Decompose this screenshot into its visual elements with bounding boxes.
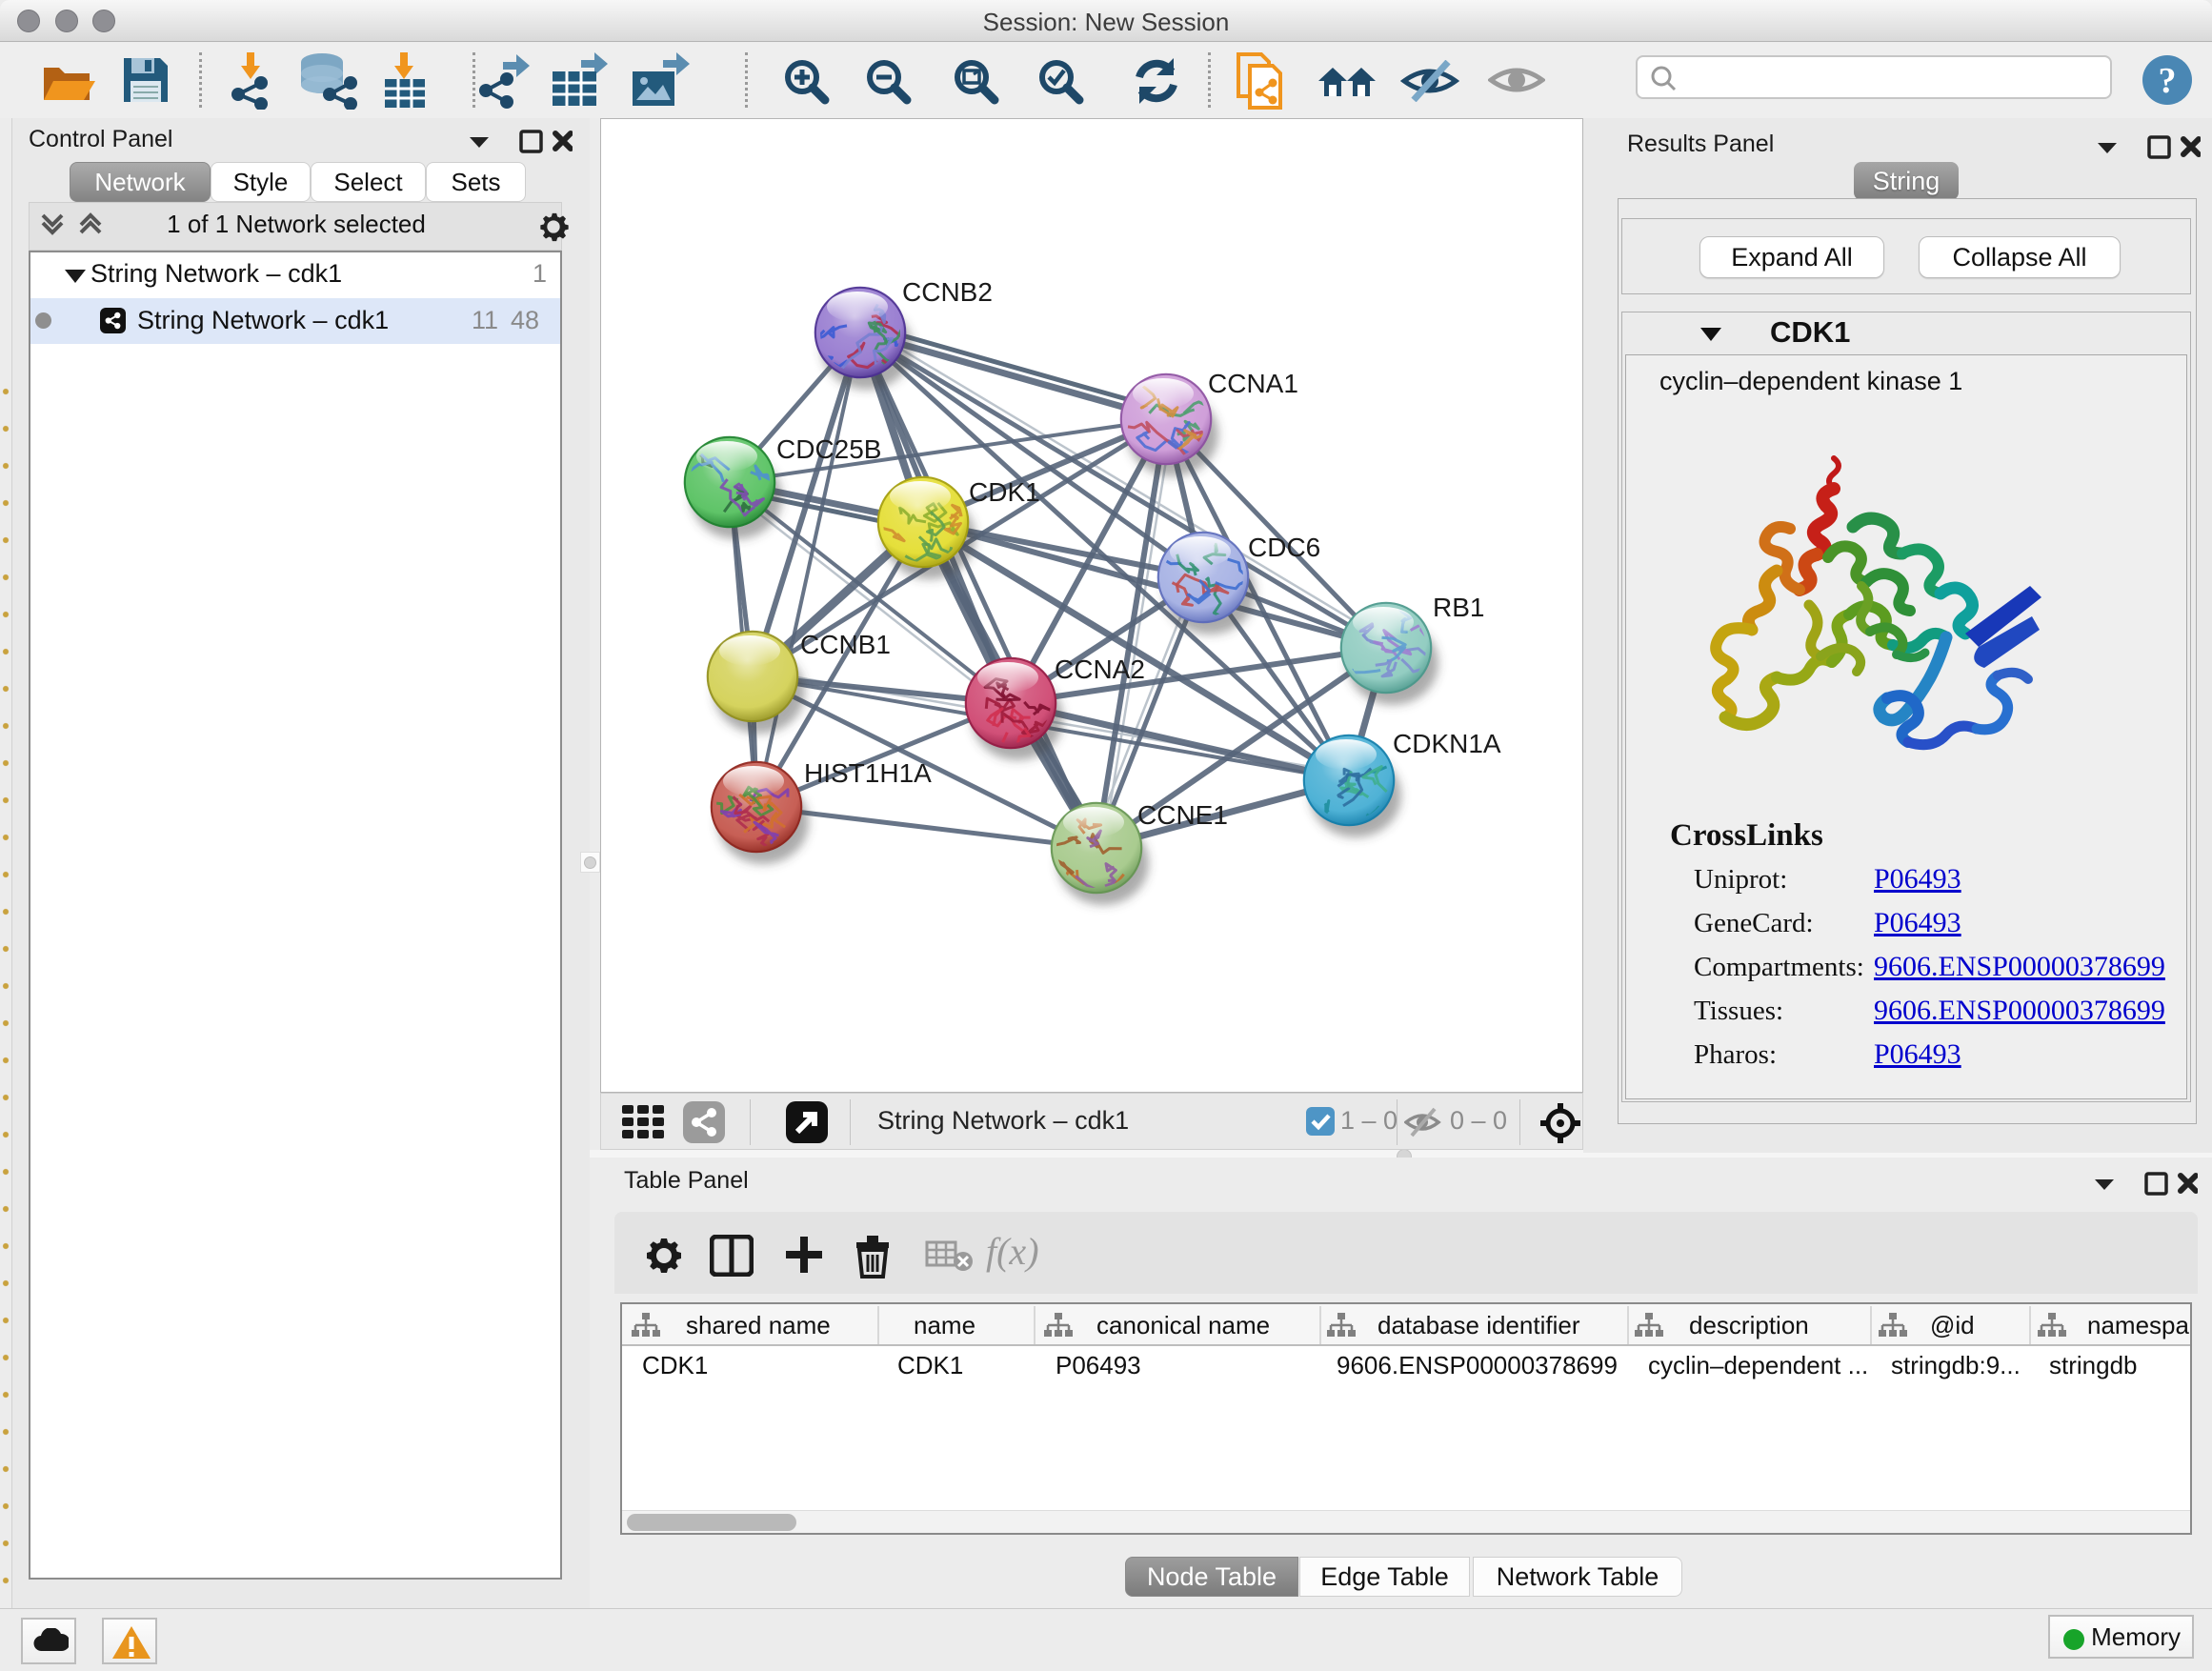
svg-text:RB1: RB1 (1433, 593, 1484, 622)
svg-text:CCNE1: CCNE1 (1137, 800, 1228, 830)
svg-text:CDKN1A: CDKN1A (1393, 729, 1501, 758)
svg-text:CDC6: CDC6 (1248, 533, 1320, 562)
svg-text:CDK1: CDK1 (969, 477, 1040, 507)
svg-text:HIST1H1A: HIST1H1A (804, 758, 932, 788)
svg-text:CCNA2: CCNA2 (1055, 654, 1145, 684)
svg-text:CCNB1: CCNB1 (800, 630, 891, 659)
svg-text:CDC25B: CDC25B (776, 434, 881, 464)
svg-text:CCNA1: CCNA1 (1208, 369, 1298, 398)
svg-text:CCNB2: CCNB2 (902, 277, 993, 307)
svg-text:?: ? (2159, 61, 2177, 101)
